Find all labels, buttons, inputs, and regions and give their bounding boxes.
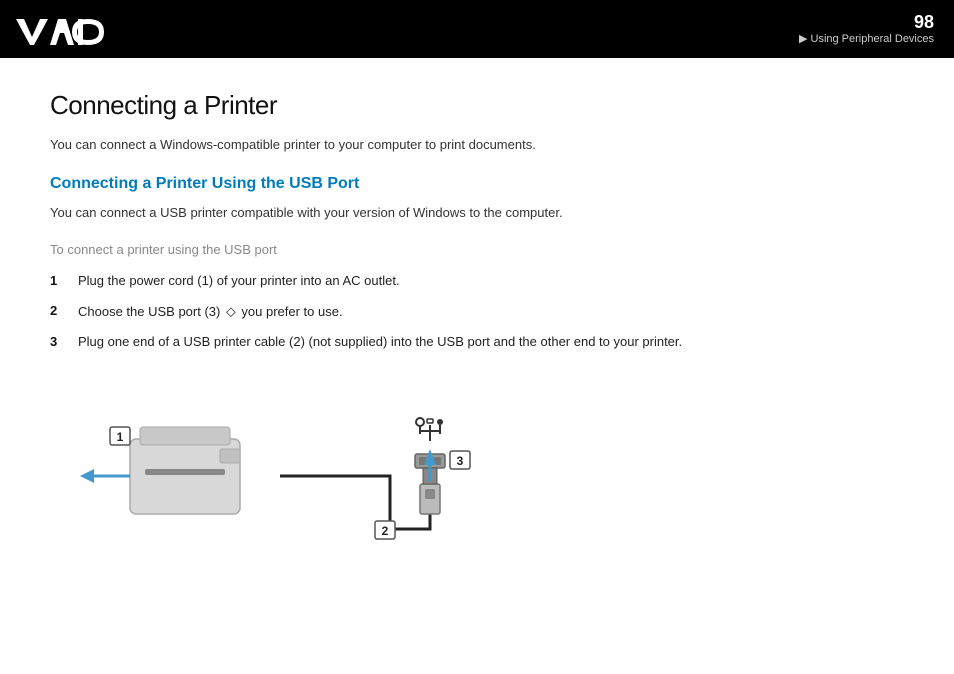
step-num-1: 1	[50, 271, 78, 291]
vaio-logo-image	[14, 11, 104, 47]
sub-paragraph: You can connect a USB printer compatible…	[50, 203, 904, 223]
logo	[14, 11, 104, 47]
step-num-2: 2	[50, 301, 78, 321]
section-title-header: ▶ Using Peripheral Devices	[799, 33, 934, 45]
procedure-label: To connect a printer using the USB port	[50, 242, 904, 257]
step-1: 1 Plug the power cord (1) of your printe…	[50, 271, 904, 291]
connection-diagram: 1 2	[50, 369, 530, 564]
main-content: Connecting a Printer You can connect a W…	[0, 58, 954, 589]
step-text-3: Plug one end of a USB printer cable (2) …	[78, 332, 682, 352]
header: 98 ▶ Using Peripheral Devices	[0, 0, 954, 58]
step-3: 3 Plug one end of a USB printer cable (2…	[50, 332, 904, 352]
header-right: 98 ▶ Using Peripheral Devices	[799, 13, 934, 45]
diagram-area: 1 2	[50, 369, 904, 569]
page-title: Connecting a Printer	[50, 90, 904, 121]
intro-paragraph: You can connect a Windows-compatible pri…	[50, 135, 904, 155]
step-num-3: 3	[50, 332, 78, 352]
svg-text:3: 3	[457, 454, 464, 468]
section-heading: Connecting a Printer Using the USB Port	[50, 175, 904, 193]
step-text-1: Plug the power cord (1) of your printer …	[78, 271, 400, 291]
step-text-2: Choose the USB port (3) ⬦ you prefer to …	[78, 301, 343, 322]
step-2: 2 Choose the USB port (3) ⬦ you prefer t…	[50, 301, 904, 322]
svg-text:2: 2	[382, 524, 389, 538]
usb-symbol: ⬦	[226, 303, 236, 319]
svg-text:1: 1	[117, 430, 124, 444]
page-number: 98	[799, 13, 934, 31]
steps-list: 1 Plug the power cord (1) of your printe…	[50, 271, 904, 351]
